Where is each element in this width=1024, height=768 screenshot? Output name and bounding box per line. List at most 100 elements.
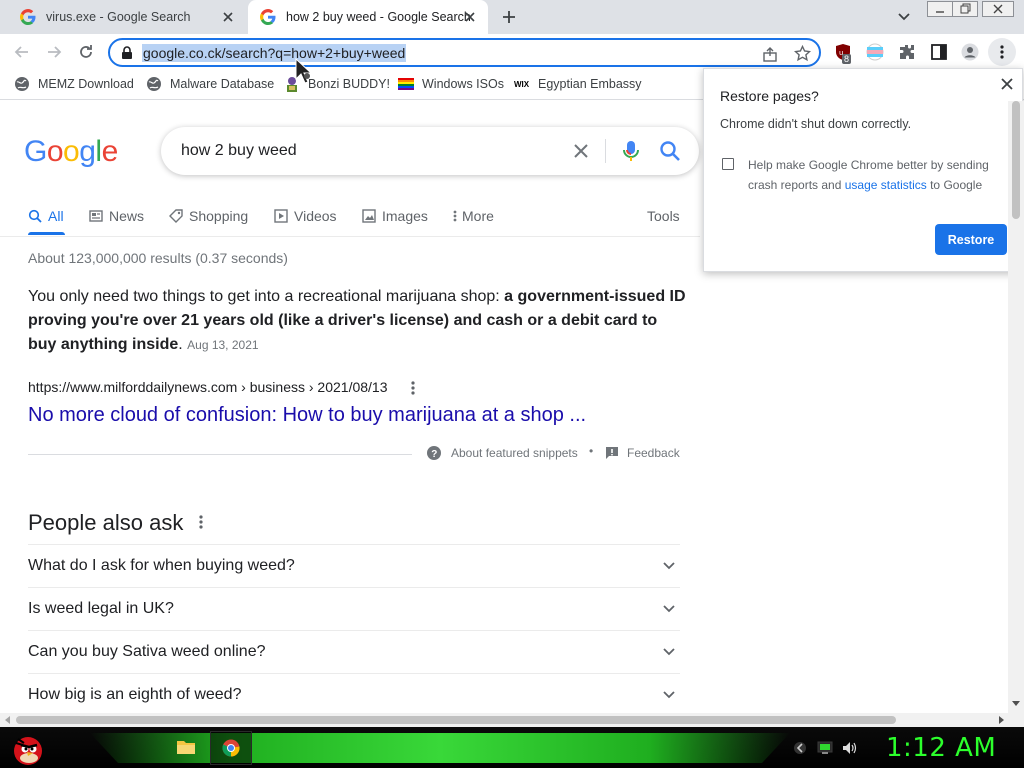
restore-button[interactable]: Restore [935, 224, 1007, 255]
close-icon[interactable] [1000, 77, 1014, 91]
svg-text:WIX: WIX [514, 80, 530, 89]
reload-icon[interactable] [76, 42, 96, 62]
google-favicon-icon [20, 9, 36, 25]
tab-images[interactable]: Images [362, 205, 428, 227]
file-explorer-icon[interactable] [176, 739, 196, 755]
play-icon [274, 209, 288, 223]
vertical-scroll-thumb[interactable] [1012, 101, 1020, 219]
extension-badge: 8 [842, 54, 852, 64]
forward-arrow-icon[interactable] [44, 42, 64, 62]
ublock-extension-icon[interactable]: u 8 [834, 43, 852, 64]
wix-icon: WIX [514, 80, 530, 89]
clear-icon[interactable] [571, 141, 591, 161]
taskbar: 1:12 AM [0, 727, 1024, 768]
snippet-date: Aug 13, 2021 [187, 338, 259, 352]
tray-arrow-icon[interactable] [792, 741, 808, 755]
side-panel-icon[interactable] [930, 43, 948, 61]
result-title-link[interactable]: No more cloud of confusion: How to buy m… [28, 404, 586, 427]
tab-more[interactable]: More [452, 205, 494, 227]
bookmark-malware-database[interactable]: Malware Database [146, 76, 274, 92]
tab-videos[interactable]: Videos [274, 205, 337, 227]
window-minimize-button[interactable] [927, 1, 953, 17]
flag-extension-icon[interactable] [866, 43, 884, 61]
taskbar-clock[interactable]: 1:12 AM [886, 733, 996, 763]
search-input[interactable]: how 2 buy weed [181, 142, 297, 160]
bookmark-egyptian-embassy[interactable]: WIX Egyptian Embassy [514, 76, 642, 92]
search-divider [605, 139, 606, 163]
network-icon[interactable] [817, 741, 833, 755]
window-restore-button[interactable] [952, 1, 978, 17]
search-icon[interactable] [659, 140, 681, 162]
chrome-menu-button[interactable] [988, 38, 1016, 66]
chevron-down-icon[interactable] [895, 9, 913, 25]
scroll-left-arrow-icon[interactable] [4, 716, 12, 724]
dialog-title: Restore pages? [720, 88, 819, 104]
tab-shopping[interactable]: Shopping [169, 205, 248, 227]
star-icon[interactable] [794, 45, 811, 62]
share-icon[interactable] [762, 46, 778, 62]
close-tab-icon[interactable] [462, 9, 478, 25]
bookmark-windows-isos[interactable]: Windows ISOs [398, 76, 504, 92]
google-logo[interactable]: Google [24, 135, 118, 169]
volume-icon[interactable] [842, 741, 858, 755]
paa-question[interactable]: Can you buy Sativa weed online? [28, 630, 680, 673]
tab-news[interactable]: News [89, 205, 144, 227]
horizontal-scroll-thumb[interactable] [16, 716, 896, 724]
paa-question[interactable]: What do I ask for when buying weed? [28, 544, 680, 587]
rainbow-flag-icon [398, 78, 414, 90]
active-tab-indicator [28, 232, 65, 235]
chrome-icon[interactable] [222, 739, 240, 757]
globe-icon [147, 77, 161, 91]
tag-icon [169, 209, 183, 223]
paa-question[interactable]: Is weed legal in UK? [28, 587, 680, 630]
feedback-icon [606, 447, 618, 459]
tools-button[interactable]: Tools [647, 205, 680, 227]
tab-title: virus.exe - Google Search [46, 10, 191, 24]
separator-dot: • [589, 444, 594, 458]
divider [28, 454, 412, 455]
globe-icon [15, 77, 29, 91]
chevron-down-icon [663, 562, 675, 570]
paa-question[interactable]: How big is an eighth of weed? [28, 673, 680, 713]
profile-avatar-icon[interactable] [961, 43, 979, 61]
crash-reports-label: Help make Google Chrome better by sendin… [748, 158, 989, 192]
more-vert-icon[interactable] [408, 380, 418, 396]
usage-statistics-link[interactable]: usage statistics [845, 178, 927, 192]
result-stats: About 123,000,000 results (0.37 seconds) [28, 250, 288, 266]
angry-bird-start-button-icon[interactable] [8, 729, 46, 767]
address-bar[interactable]: google.co.ck/search?q=how+2+buy+weed [108, 38, 821, 67]
lock-icon[interactable] [121, 46, 133, 60]
bookmark-memz-download[interactable]: MEMZ Download [14, 76, 134, 92]
scroll-down-arrow-icon[interactable] [1012, 699, 1020, 707]
chevron-down-icon [663, 691, 675, 699]
result-url[interactable]: https://www.milforddailynews.com › busin… [28, 379, 388, 395]
tab-strip: virus.exe - Google Search how 2 buy weed… [0, 0, 1024, 34]
new-tab-plus-icon[interactable] [499, 7, 519, 27]
about-featured-snippets-link[interactable]: ? About featured snippets [427, 446, 578, 460]
feedback-link[interactable]: Feedback [605, 446, 680, 460]
window-close-button[interactable] [982, 1, 1014, 17]
tab-all[interactable]: All [28, 205, 64, 227]
microphone-icon[interactable] [621, 139, 641, 163]
crash-reports-checkbox[interactable] [722, 158, 734, 170]
more-vert-icon [1000, 45, 1004, 59]
news-icon [89, 210, 103, 222]
featured-snippet: You only need two things to get into a r… [28, 288, 686, 353]
url-text[interactable]: google.co.ck/search?q=how+2+buy+weed [142, 44, 407, 62]
image-icon [362, 209, 376, 223]
scroll-right-arrow-icon[interactable] [997, 716, 1005, 724]
back-arrow-icon[interactable] [12, 42, 32, 62]
horizontal-scrollbar[interactable] [0, 713, 1024, 727]
more-vert-icon[interactable] [196, 514, 206, 530]
tab-how-2-buy-weed[interactable]: how 2 buy weed - Google Search [248, 0, 488, 34]
search-box[interactable]: how 2 buy weed [161, 127, 699, 175]
restore-pages-dialog: Restore pages? Chrome didn't shut down c… [703, 68, 1023, 272]
close-tab-icon[interactable] [220, 9, 236, 25]
mouse-cursor-icon [295, 57, 313, 84]
google-favicon-icon [260, 9, 276, 25]
chevron-down-icon [663, 605, 675, 613]
tab-virus-exe[interactable]: virus.exe - Google Search [0, 0, 246, 34]
vertical-scrollbar[interactable] [1008, 101, 1024, 713]
extensions-puzzle-icon[interactable] [898, 43, 916, 61]
browser-toolbar: google.co.ck/search?q=how+2+buy+weed u 8 [0, 34, 1024, 70]
